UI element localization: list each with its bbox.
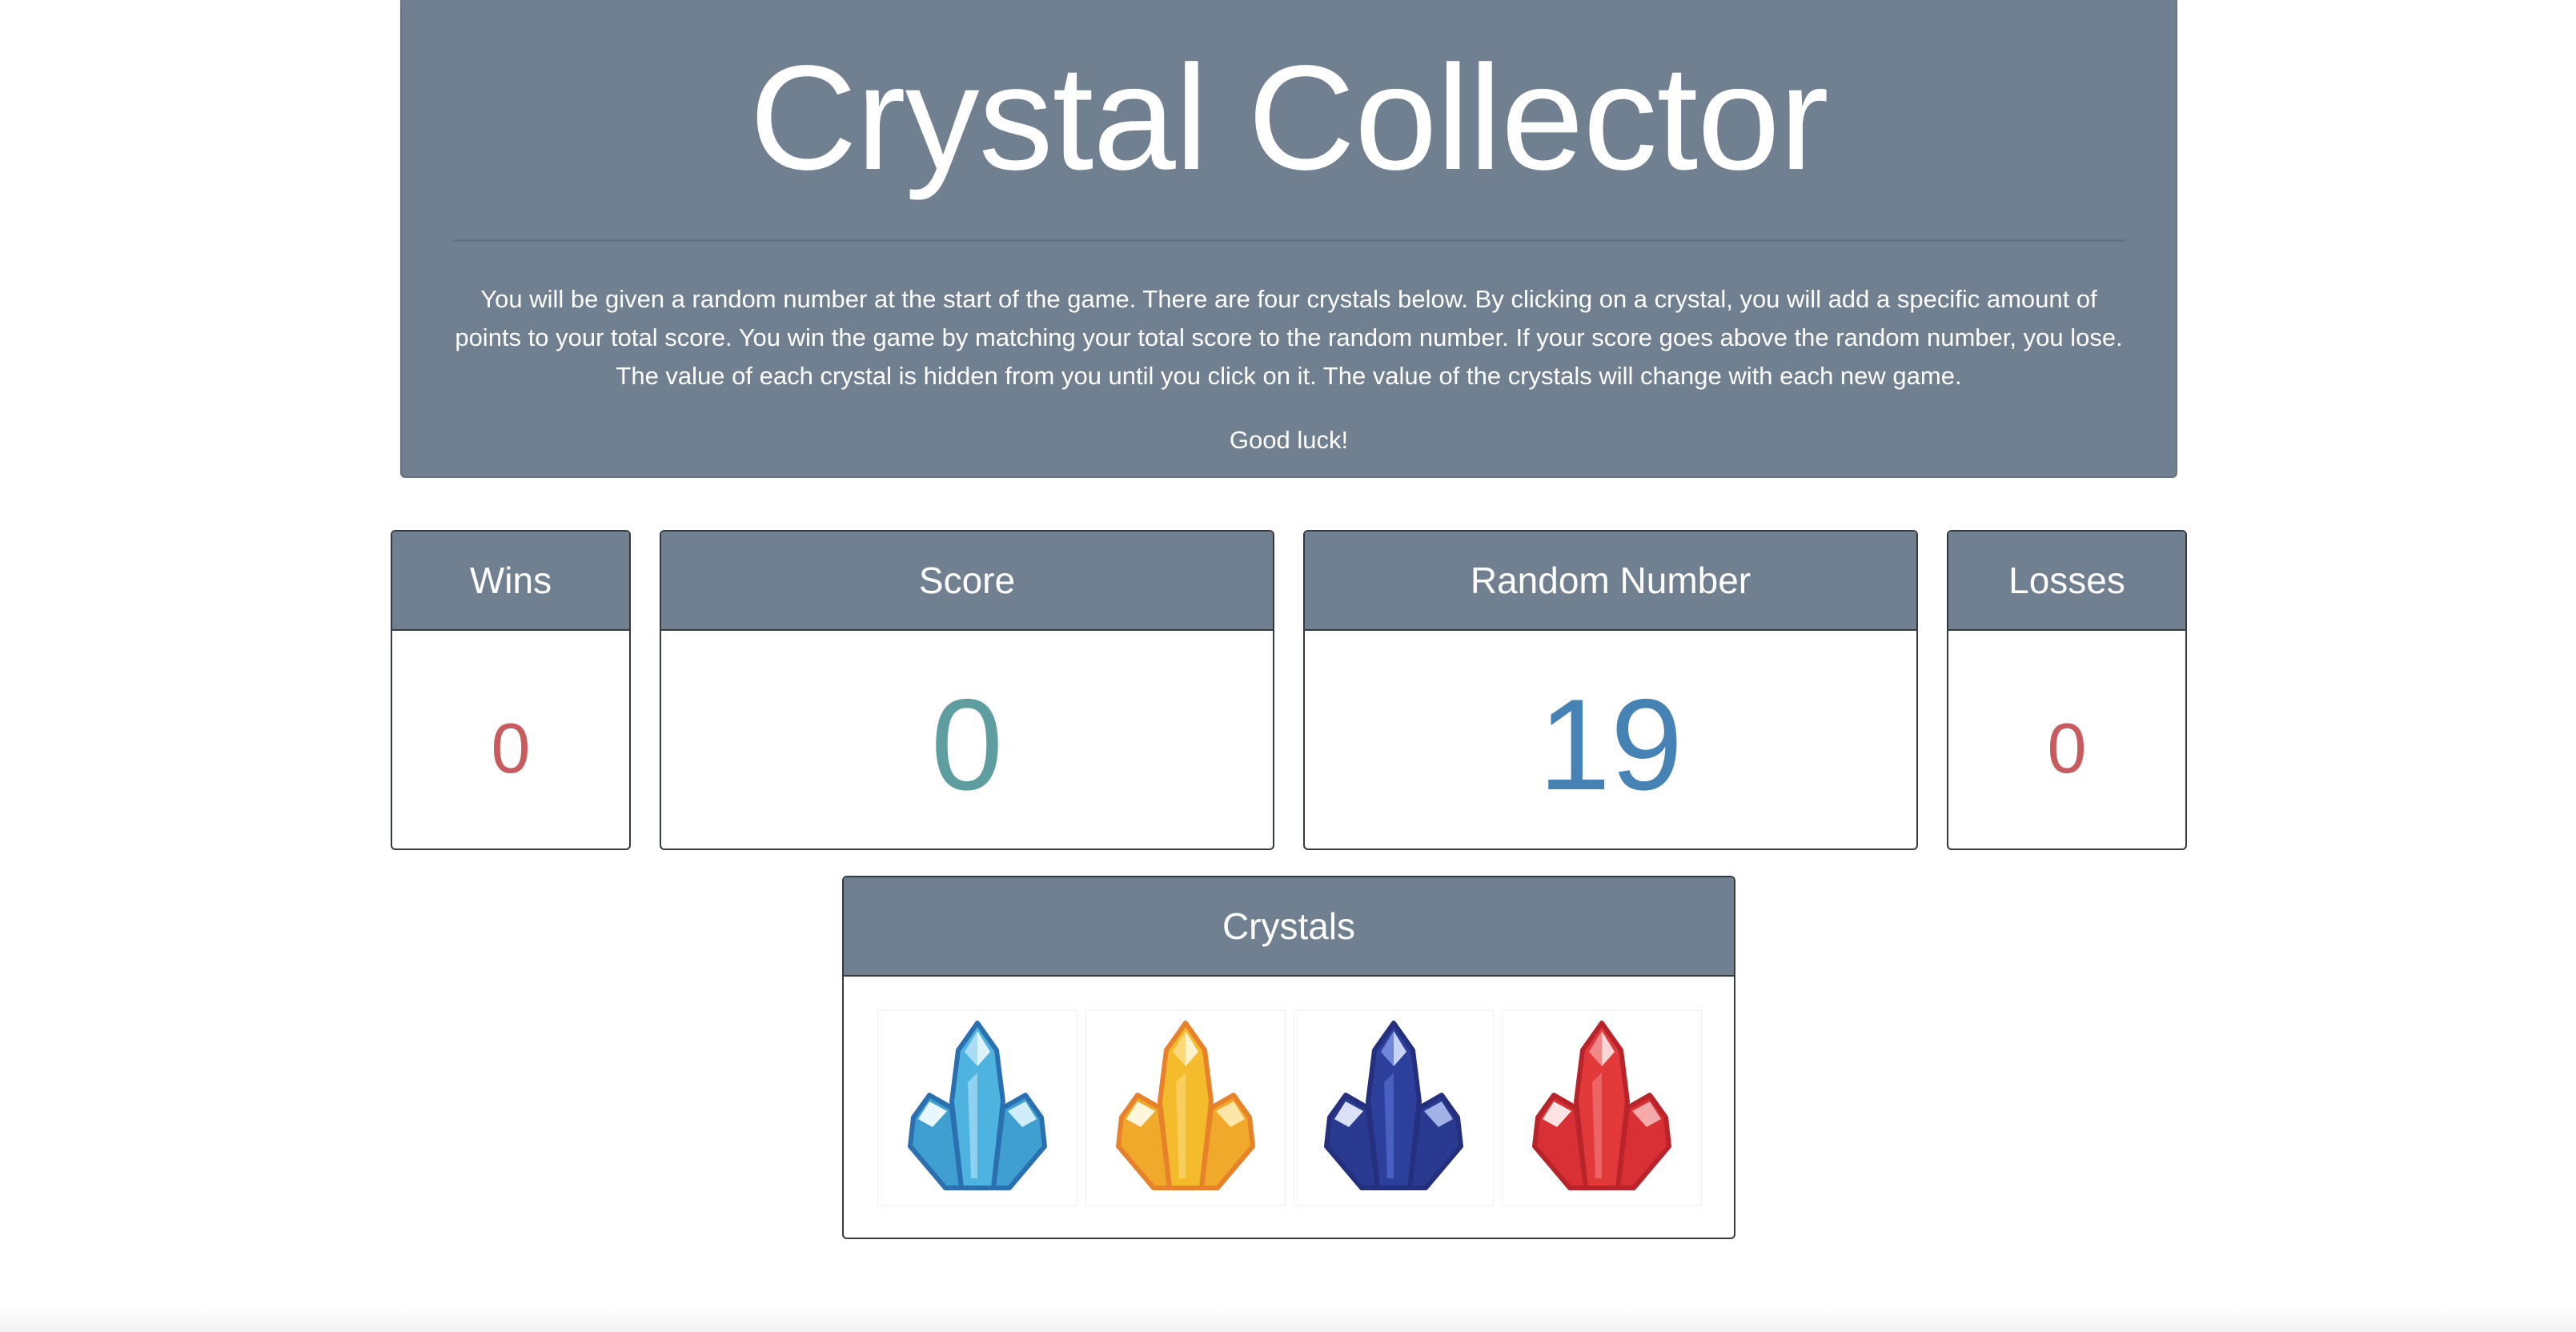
page: Crystal Collector You will be given a ra… <box>0 0 2576 1332</box>
yellow-crystal-icon <box>1116 1021 1255 1190</box>
random-number-label: Random Number <box>1305 532 1916 631</box>
score-value: 0 <box>930 672 1004 817</box>
crystal-button-3[interactable] <box>1294 1010 1494 1206</box>
wins-value: 0 <box>491 708 531 788</box>
crystals-label: Crystals <box>844 877 1734 977</box>
crystal-row <box>877 1010 1702 1206</box>
crystal-button-4[interactable] <box>1502 1010 1702 1206</box>
random-number-value: 19 <box>1538 672 1683 817</box>
red-crystal-icon <box>1532 1021 1671 1190</box>
score-label: Score <box>661 532 1273 631</box>
crystal-button-1[interactable] <box>877 1010 1077 1206</box>
wins-card: Wins 0 <box>391 530 631 850</box>
losses-label: Losses <box>1948 532 2185 631</box>
light-blue-crystal-icon <box>908 1021 1047 1190</box>
page-bottom-edge <box>0 1308 2576 1332</box>
dark-blue-crystal-icon <box>1324 1021 1463 1190</box>
losses-card: Losses 0 <box>1947 530 2187 850</box>
header-panel: Crystal Collector You will be given a ra… <box>400 0 2177 478</box>
score-card: Score 0 <box>660 530 1274 850</box>
losses-value: 0 <box>2047 708 2087 788</box>
instructions-text: You will be given a random number at the… <box>455 285 2123 390</box>
random-number-card: Random Number 19 <box>1303 530 1918 850</box>
wins-label: Wins <box>392 532 629 631</box>
crystal-button-2[interactable] <box>1085 1010 1286 1206</box>
divider <box>453 239 2125 242</box>
page-title: Crystal Collector <box>749 35 1828 201</box>
good-luck-text: Good luck! <box>1229 426 1349 454</box>
crystals-card: Crystals <box>842 876 1735 1239</box>
